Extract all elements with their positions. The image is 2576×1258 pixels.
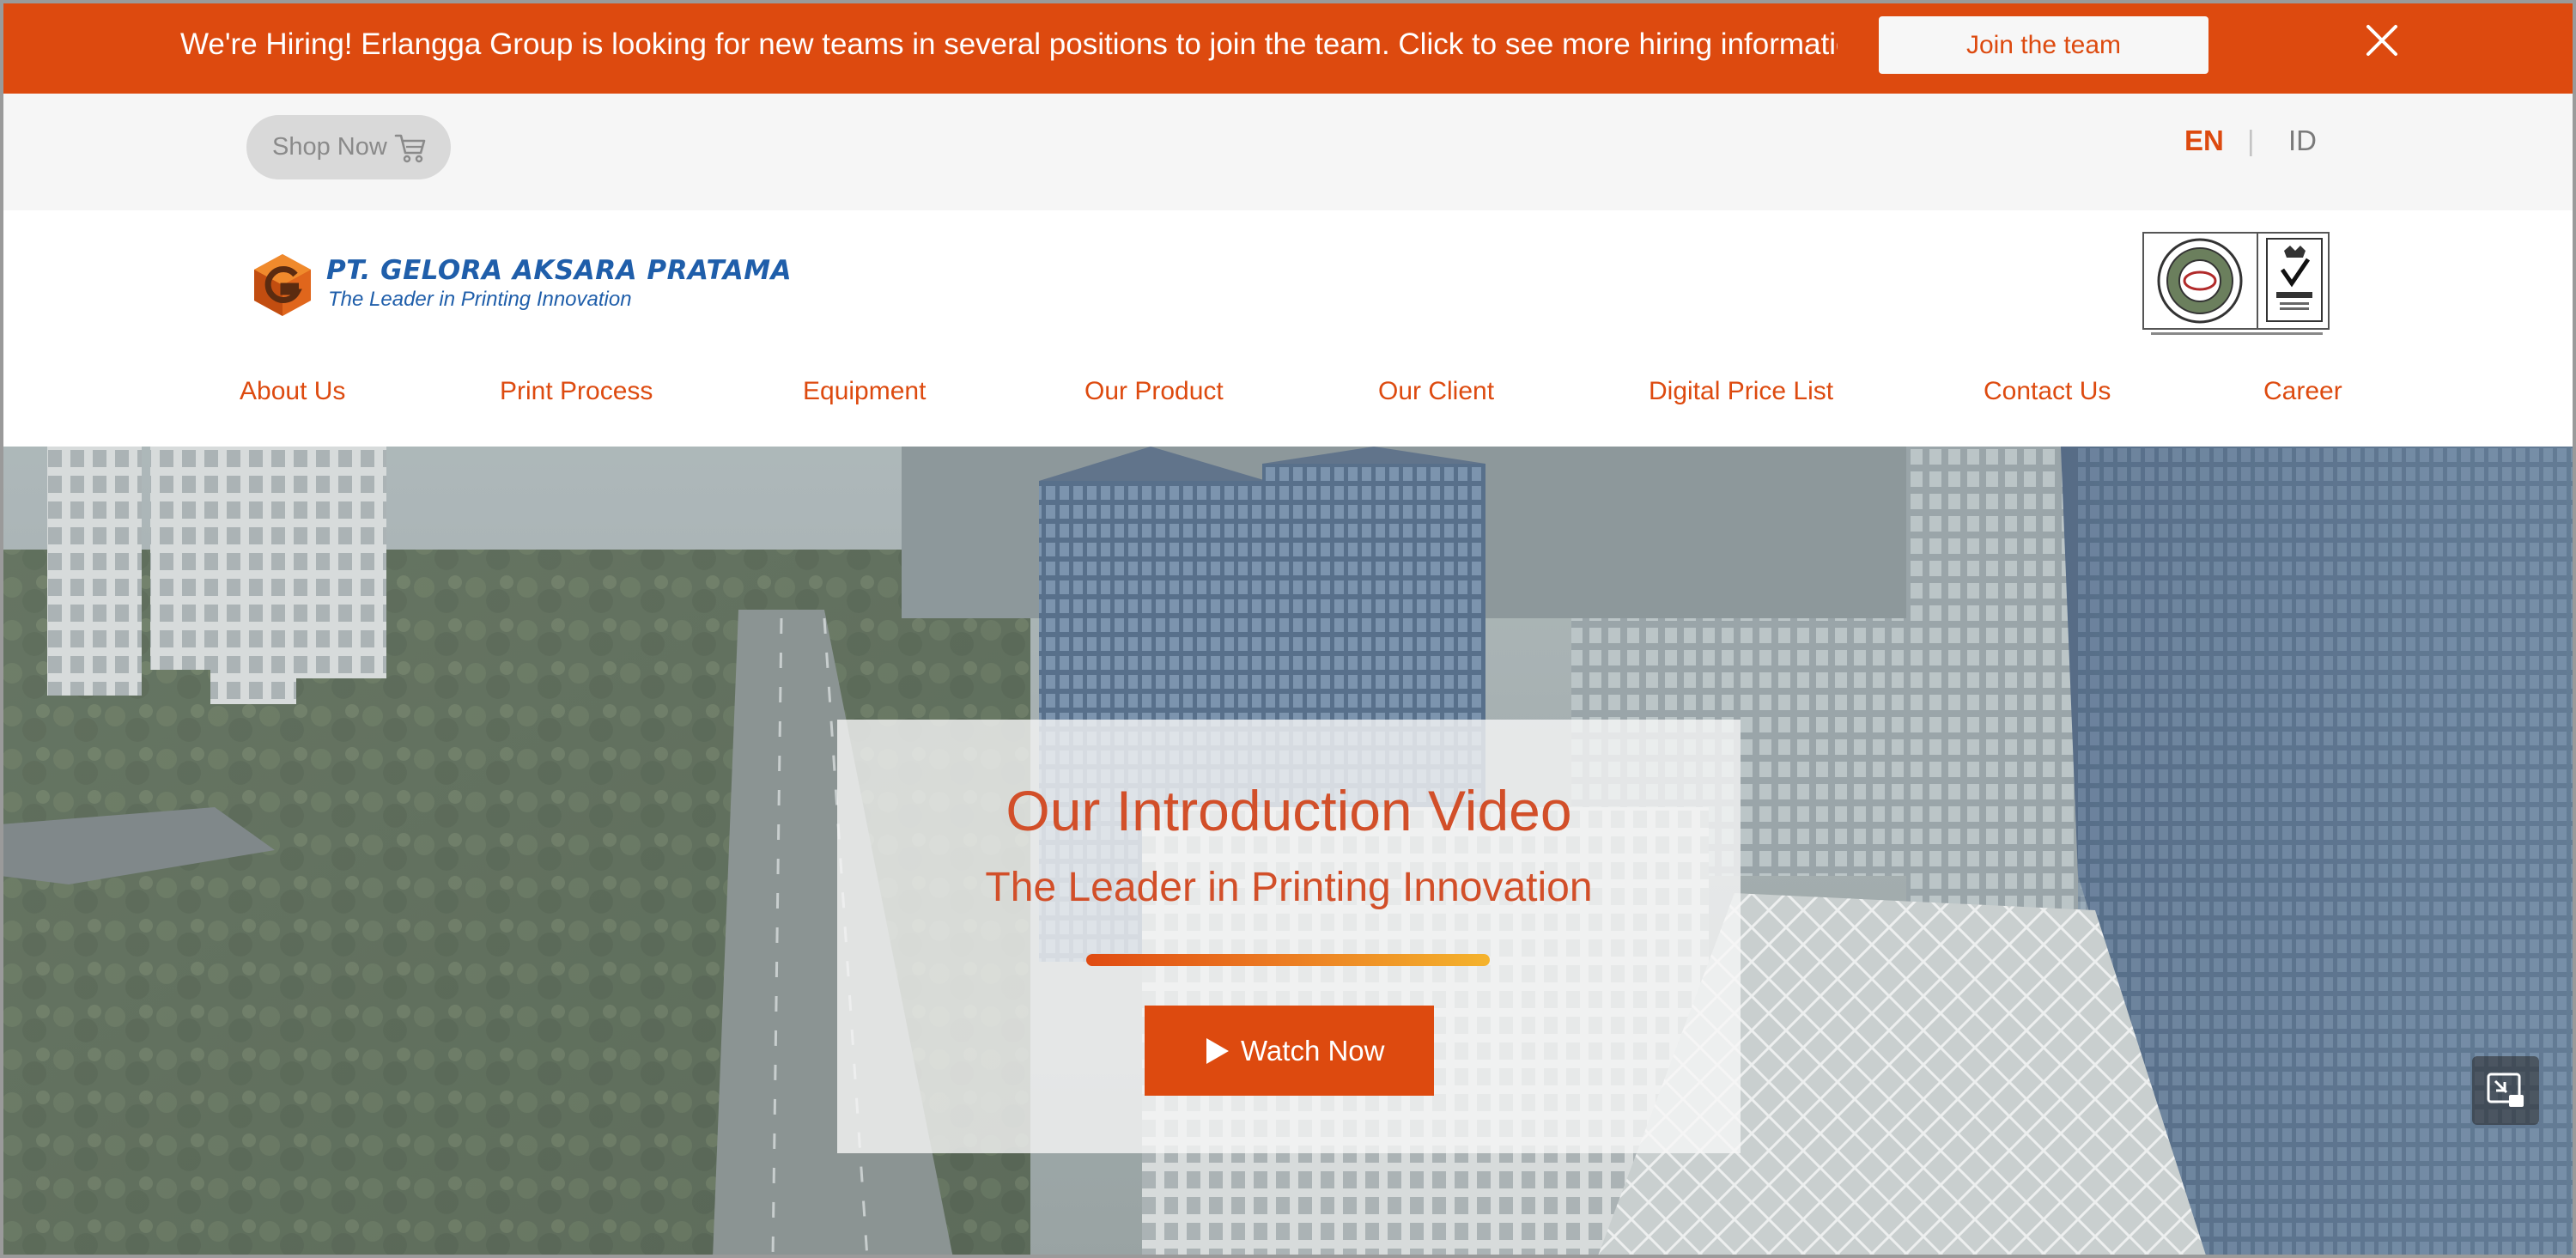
watch-now-button[interactable]: Watch Now — [1145, 1006, 1434, 1096]
nav-digital-price-list[interactable]: Digital Price List — [1649, 370, 1833, 413]
company-tagline: The Leader in Printing Innovation — [328, 288, 632, 311]
main-navigation: About Us Print Process Equipment Our Pro… — [0, 370, 2576, 422]
watch-now-label: Watch Now — [1241, 1035, 1385, 1067]
nav-print-process[interactable]: Print Process — [500, 370, 653, 413]
hiring-banner: We're Hiring! Erlangga Group is looking … — [0, 0, 2576, 94]
site-header: PT. GELORA AKSARA PRATAMA The Leader in … — [0, 210, 2576, 447]
utility-bar: Shop Now EN | ID — [0, 94, 2576, 210]
intro-video-title: Our Introduction Video — [1005, 779, 1572, 842]
hiring-message[interactable]: We're Hiring! Erlangga Group is looking … — [180, 0, 1838, 88]
nav-contact-us[interactable]: Contact Us — [1984, 370, 2111, 413]
language-en[interactable]: EN — [2184, 125, 2224, 157]
language-id[interactable]: ID — [2288, 125, 2317, 157]
close-icon[interactable] — [2363, 21, 2401, 59]
company-logo[interactable]: PT. GELORA AKSARA PRATAMA The Leader in … — [249, 252, 792, 319]
join-team-button[interactable]: Join the team — [1879, 16, 2208, 74]
nav-our-product[interactable]: Our Product — [1084, 370, 1224, 413]
cart-icon — [394, 134, 426, 163]
accent-divider — [1086, 954, 1490, 966]
nav-our-client[interactable]: Our Client — [1378, 370, 1494, 413]
intro-video-subtitle: The Leader in Printing Innovation — [985, 865, 1593, 910]
logo-mark-icon — [254, 254, 311, 316]
company-name: PT. GELORA AKSARA PRATAMA — [326, 255, 793, 286]
nav-equipment[interactable]: Equipment — [803, 370, 926, 413]
intro-video-card: Our Introduction Video The Leader in Pri… — [837, 720, 1741, 1153]
shop-now-label: Shop Now — [272, 133, 387, 161]
play-icon — [1206, 1038, 1229, 1064]
picture-in-picture-icon[interactable] — [2472, 1056, 2539, 1125]
certification-badges-icon — [2142, 232, 2330, 335]
nav-about-us[interactable]: About Us — [240, 370, 345, 413]
hero-section: Our Introduction Video The Leader in Pri… — [0, 447, 2576, 1258]
nav-career[interactable]: Career — [2263, 370, 2342, 413]
language-separator: | — [2247, 125, 2255, 156]
shop-now-button[interactable]: Shop Now — [246, 115, 451, 179]
